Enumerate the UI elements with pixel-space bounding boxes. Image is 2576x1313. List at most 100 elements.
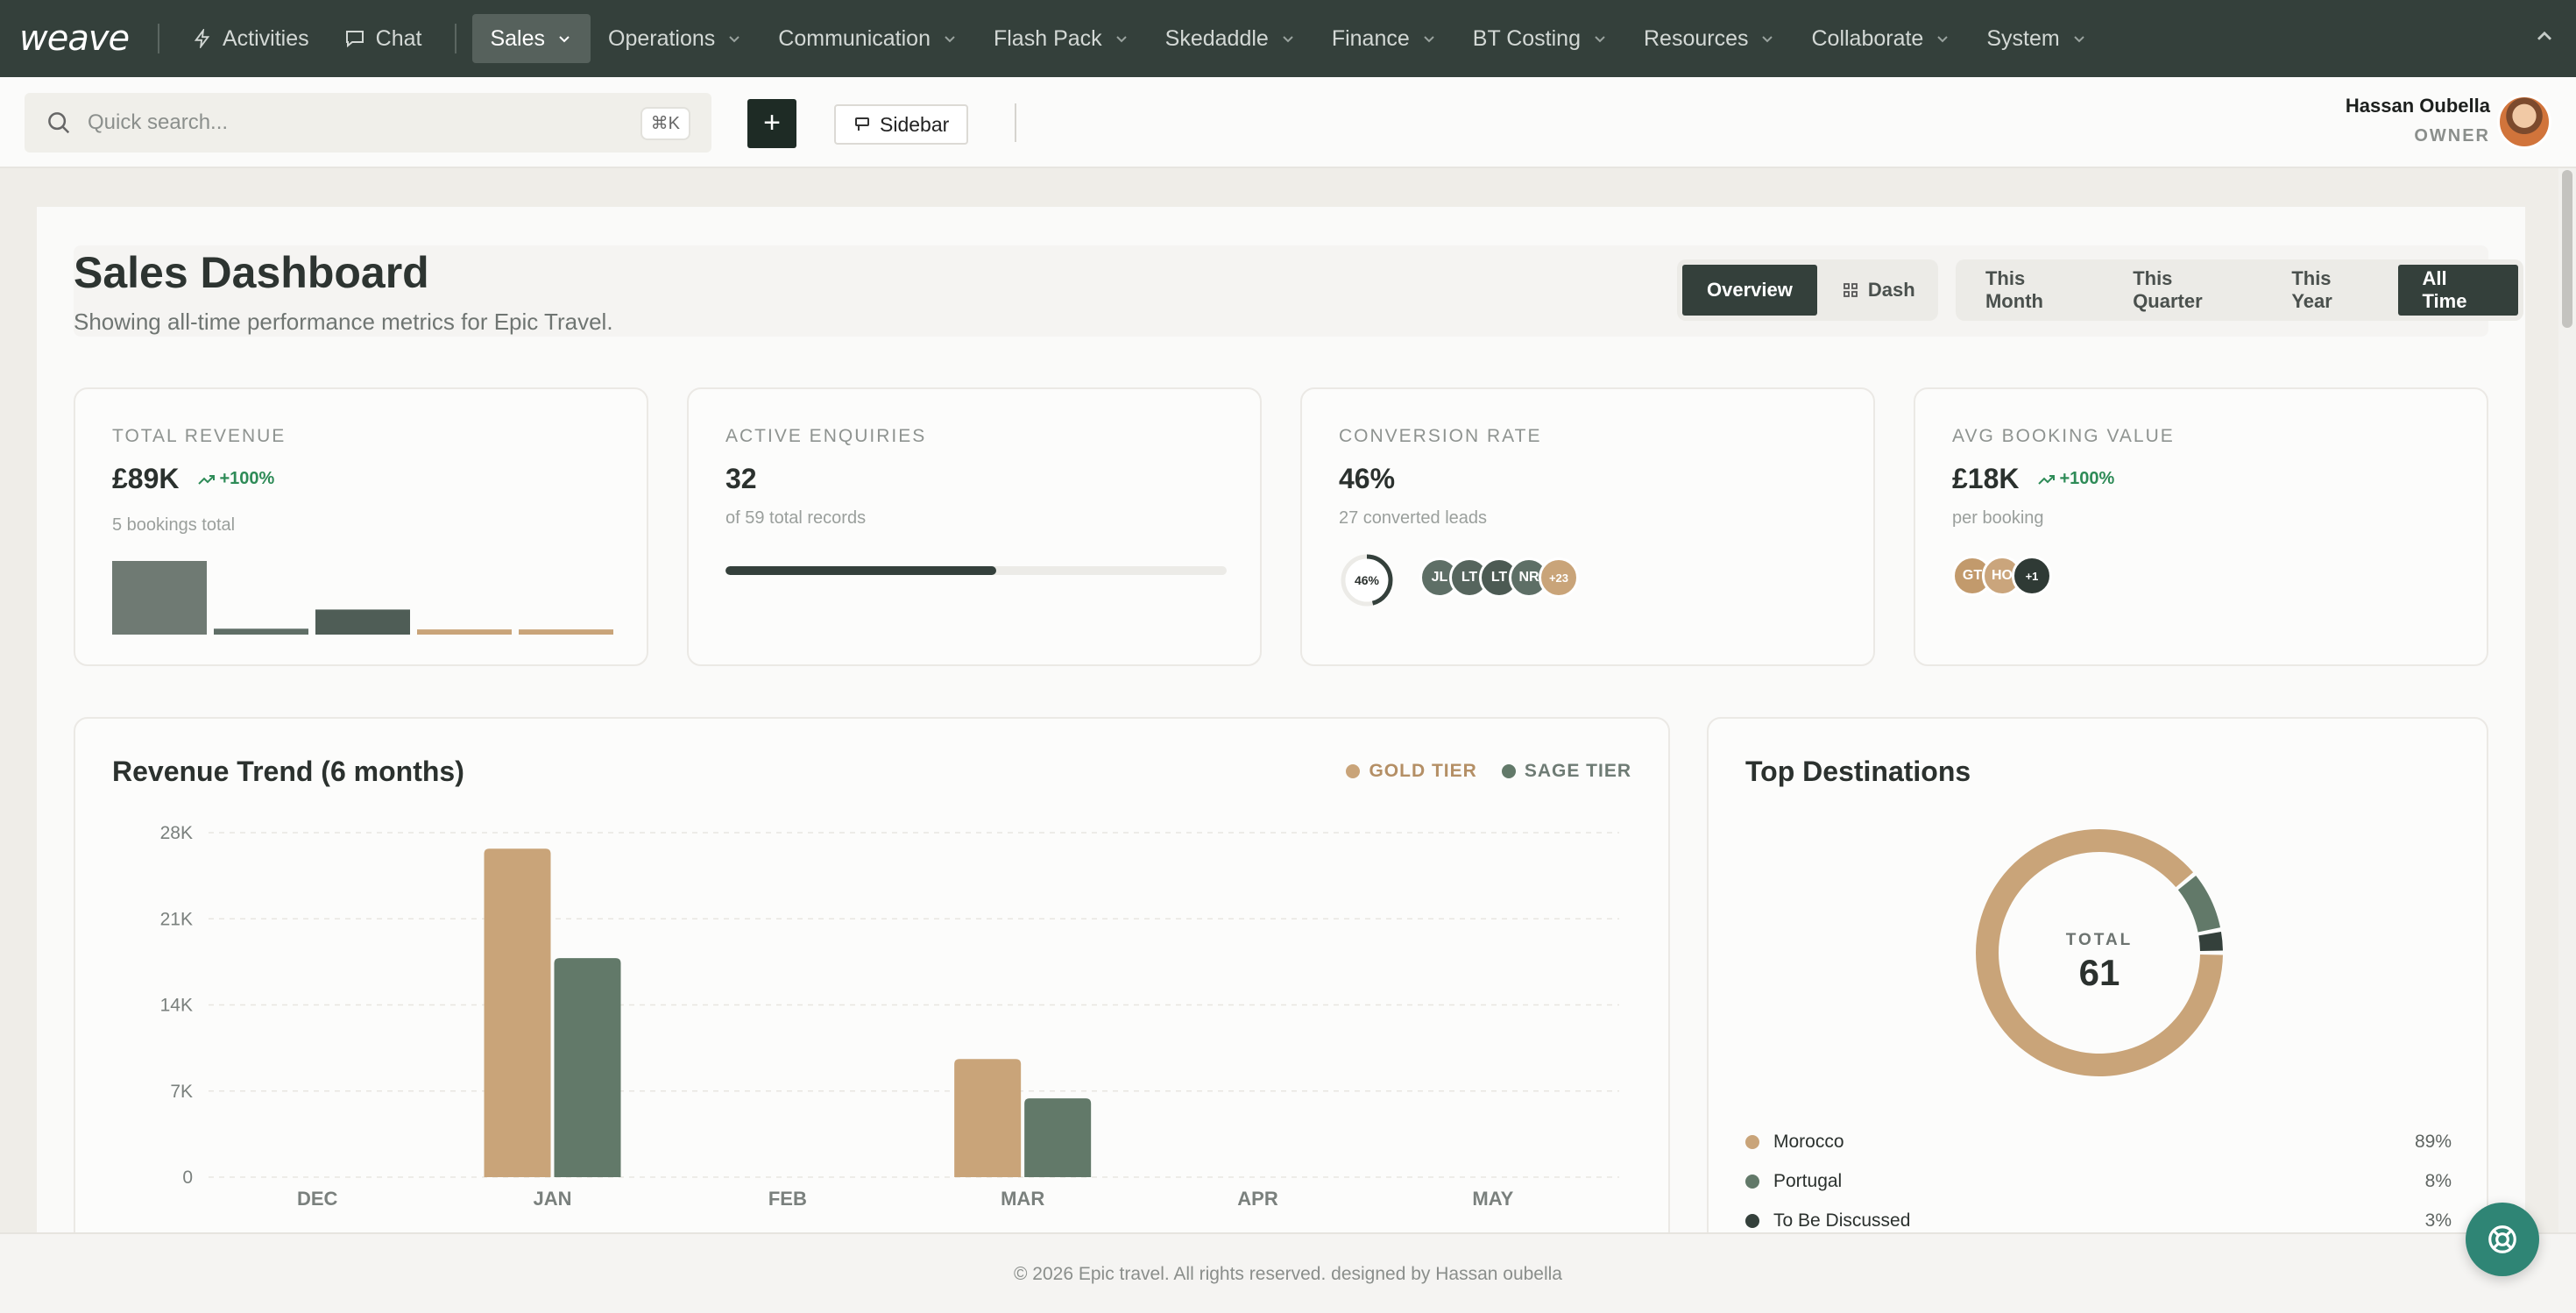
nav-item-label: Sales	[490, 25, 545, 51]
range-this-year[interactable]: This Year	[2267, 265, 2397, 316]
nav-item-skedaddle[interactable]: Skedaddle	[1148, 14, 1314, 63]
conversion-ring: 46%	[1341, 554, 1393, 607]
kpi-trend: +100%	[197, 469, 275, 489]
mini-bar	[112, 561, 207, 635]
kpi-subtext: of 59 total records	[725, 508, 867, 528]
nav-item-label: Finance	[1331, 25, 1410, 51]
chat-icon	[345, 31, 364, 48]
nav-item-operations[interactable]: Operations	[591, 14, 761, 63]
nav-item-finance[interactable]: Finance	[1314, 14, 1455, 63]
progress-fill	[725, 566, 996, 575]
donut-slice[interactable]	[2198, 932, 2223, 951]
nav-item-bt-costing[interactable]: BT Costing	[1455, 14, 1626, 63]
app-logo[interactable]: weave	[19, 18, 142, 59]
user-avatar[interactable]	[2497, 95, 2551, 149]
search-input[interactable]	[88, 110, 613, 135]
range-this-month[interactable]: This Month	[1961, 265, 2108, 316]
kpi-card-total-revenue: TOTAL REVENUE £89K +100% 5 bookings tota…	[74, 387, 648, 666]
lifebuoy-icon	[2488, 1225, 2516, 1253]
toolbar: ⌘K + Sidebar Hassan Oubella OWNER	[0, 77, 2576, 168]
destination-percent: 3%	[2424, 1210, 2452, 1231]
kpi-trend-text: +100%	[219, 469, 275, 488]
page-subtitle: Showing all-time performance metrics for…	[74, 309, 613, 335]
nav-item-collaborate[interactable]: Collaborate	[1794, 14, 1969, 63]
tab-dash[interactable]: Dash	[1817, 265, 1940, 316]
kpi-subtext: 5 bookings total	[112, 515, 236, 535]
user-role: OWNER	[2414, 126, 2490, 145]
range-all-time[interactable]: All Time	[2397, 265, 2518, 316]
destination-name: Portugal	[1773, 1170, 1843, 1191]
nav-item-sales[interactable]: Sales	[472, 14, 591, 63]
kpi-subtext: per booking	[1952, 508, 2044, 528]
chevron-down-icon	[2073, 36, 2084, 43]
list-item[interactable]: Portugal 8%	[1745, 1161, 2452, 1201]
destination-name: Morocco	[1773, 1131, 1844, 1152]
avatar[interactable]: +1	[2012, 556, 2052, 596]
view-toggle: Overview Dash	[1677, 259, 1938, 321]
x-tick-label: DEC	[297, 1188, 338, 1210]
bar[interactable]	[1024, 1098, 1092, 1177]
nav-item-system[interactable]: System	[1969, 14, 2105, 63]
kpi-label: AVG BOOKING VALUE	[1952, 426, 2175, 446]
quick-search[interactable]: ⌘K	[25, 93, 711, 153]
help-button[interactable]	[2466, 1203, 2539, 1276]
legend-swatch	[1745, 1213, 1759, 1228]
top-navigation: weave Activities Chat Sales Operations C…	[0, 0, 2576, 77]
kpi-value: 46%	[1339, 463, 1395, 495]
chart-title: Top Destinations	[1745, 756, 1971, 787]
trend-up-icon	[2037, 474, 2055, 485]
bar[interactable]	[954, 1059, 1022, 1177]
nav-item-flash-pack[interactable]: Flash Pack	[976, 14, 1148, 63]
bar[interactable]	[554, 958, 621, 1177]
nav-item-label: Resources	[1643, 25, 1749, 51]
nav-item-communication[interactable]: Communication	[761, 14, 976, 63]
donut-slice[interactable]	[2177, 876, 2221, 933]
nav-item-label: Flash Pack	[993, 25, 1102, 51]
x-tick-label: MAY	[1472, 1188, 1513, 1210]
page-header: Sales Dashboard Showing all-time perform…	[74, 245, 2523, 337]
tab-label: Dash	[1867, 279, 1915, 301]
user-info[interactable]: Hassan Oubella OWNER	[2346, 95, 2490, 146]
nav-item-resources[interactable]: Resources	[1626, 14, 1794, 63]
kpi-label: CONVERSION RATE	[1339, 426, 1542, 446]
nav-item-label: Collaborate	[1811, 25, 1924, 51]
add-button[interactable]: +	[747, 99, 796, 148]
revenue-bar-chart: 0 7K 14K 21K 28K DEC JAN FEB MAR APR MAY	[160, 823, 1619, 1210]
destination-percent: 8%	[2424, 1170, 2452, 1191]
grid-icon	[1843, 283, 1858, 297]
bar[interactable]	[484, 848, 551, 1177]
main-content: Sales Dashboard Showing all-time perform…	[37, 207, 2525, 1260]
kpi-value: £89K +100%	[112, 463, 274, 495]
kpi-value-text: 32	[725, 463, 757, 494]
range-this-quarter[interactable]: This Quarter	[2108, 265, 2267, 316]
chevron-down-icon	[729, 36, 740, 43]
legend-label: GOLD TIER	[1369, 761, 1477, 781]
mini-bar	[315, 609, 410, 635]
legend-item-sage[interactable]: SAGE TIER	[1501, 761, 1631, 782]
revenue-trend-card: Revenue Trend (6 months) GOLD TIER SAGE …	[74, 717, 1670, 1260]
kpi-label: TOTAL REVENUE	[112, 426, 287, 446]
mini-bar	[417, 629, 512, 635]
legend-swatch	[1501, 764, 1516, 778]
user-name: Hassan Oubella	[2345, 95, 2490, 117]
kpi-card-active-enquiries: ACTIVE ENQUIRIES 32 of 59 total records	[687, 387, 1262, 666]
nav-item-chat[interactable]: Chat	[327, 14, 440, 63]
avatar[interactable]: +23	[1539, 557, 1579, 598]
nav-item-label: BT Costing	[1472, 25, 1581, 51]
toolbar-divider	[1015, 103, 1016, 142]
page-scrollbar[interactable]	[2558, 168, 2576, 1232]
kpi-value: £18K +100%	[1952, 463, 2114, 495]
kpi-trend: +100%	[2037, 469, 2114, 489]
sidebar-icon	[855, 117, 869, 131]
sidebar-toggle-button[interactable]: Sidebar	[834, 104, 969, 145]
nav-item-activities[interactable]: Activities	[175, 14, 327, 63]
list-item[interactable]: Morocco 89%	[1745, 1122, 2452, 1161]
chart-title: Revenue Trend (6 months)	[112, 756, 464, 787]
nav-item-label: Communication	[778, 25, 931, 51]
tab-overview[interactable]: Overview	[1682, 265, 1817, 316]
chevron-down-icon	[945, 36, 955, 43]
chevron-up-icon[interactable]	[2532, 25, 2557, 49]
legend-item-gold[interactable]: GOLD TIER	[1346, 761, 1476, 782]
scrollbar-thumb[interactable]	[2562, 170, 2572, 328]
y-tick-label: 28K	[160, 823, 193, 843]
